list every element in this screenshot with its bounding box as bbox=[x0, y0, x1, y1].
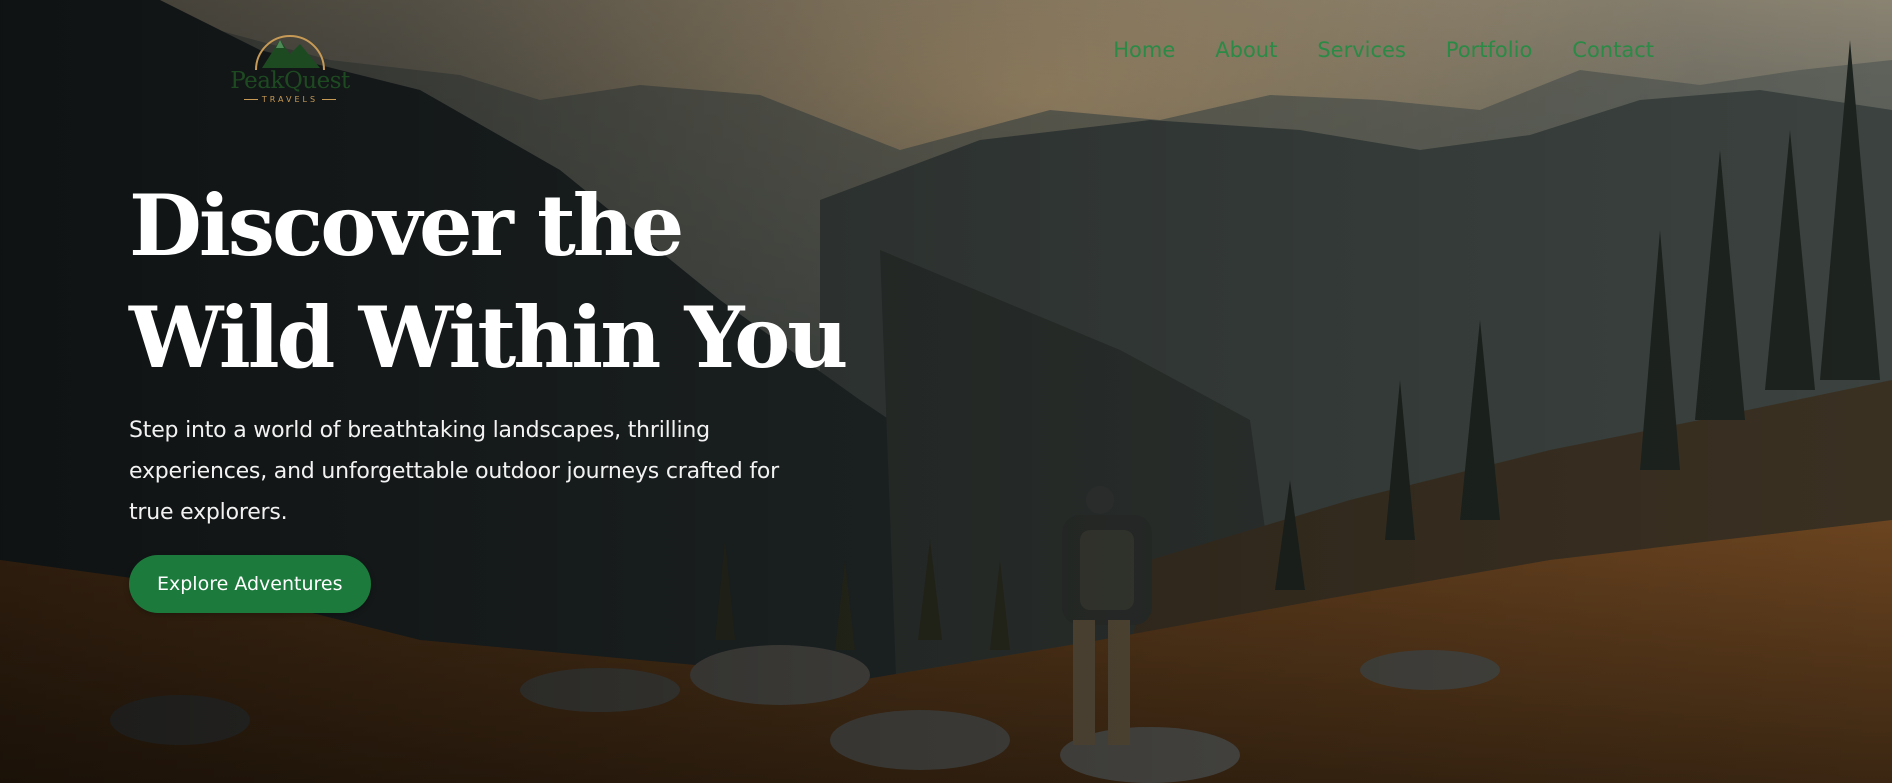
hero-section: PeakQuest TRAVELS Home About Services Po… bbox=[0, 0, 1892, 783]
explore-adventures-button[interactable]: Explore Adventures bbox=[129, 555, 371, 613]
hero-headline-line1: Discover the bbox=[129, 176, 684, 275]
logo-tagline: TRAVELS bbox=[228, 95, 352, 104]
nav-item-contact[interactable]: Contact bbox=[1572, 38, 1654, 62]
main-nav: Home About Services Portfolio Contact bbox=[1113, 38, 1654, 62]
nav-item-services[interactable]: Services bbox=[1317, 38, 1406, 62]
hero-subtext: Step into a world of breathtaking landsc… bbox=[129, 418, 779, 525]
nav-item-home[interactable]: Home bbox=[1113, 38, 1175, 62]
nav-item-portfolio[interactable]: Portfolio bbox=[1446, 38, 1532, 62]
mountain-logo-icon bbox=[255, 35, 325, 71]
hero-headline-line2: Wild Within You bbox=[129, 288, 848, 387]
logo[interactable]: PeakQuest TRAVELS bbox=[228, 24, 352, 108]
logo-name: PeakQuest bbox=[230, 68, 350, 94]
nav-item-about[interactable]: About bbox=[1215, 38, 1277, 62]
hero-headline: Discover the Wild Within You bbox=[129, 170, 848, 394]
